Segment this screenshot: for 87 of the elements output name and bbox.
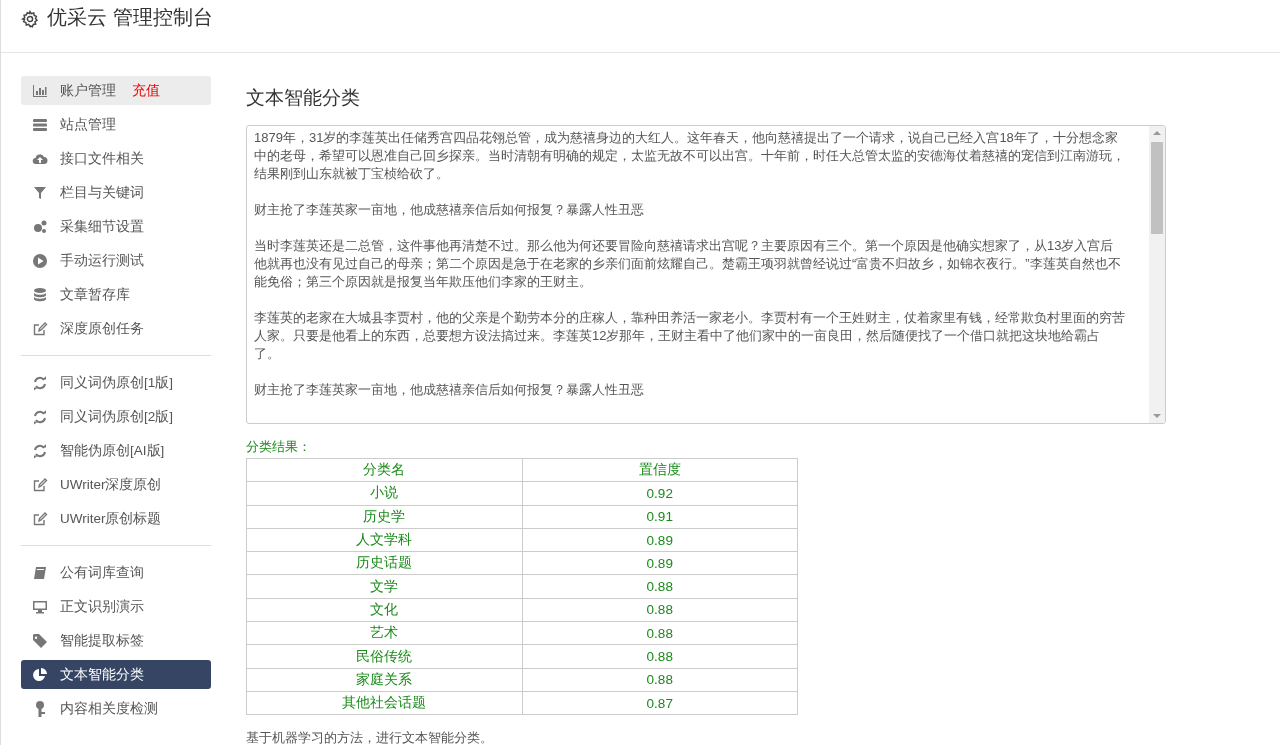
paragraph: 财主抢了李莲英家一亩地，他成慈禧亲信后如何报复？暴露人性丑恶	[254, 381, 645, 399]
sidebar-item-label: 内容相关度检测	[60, 699, 158, 718]
sidebar-item[interactable]: 站点管理	[21, 110, 211, 139]
table-cell: 人文学科	[246, 528, 522, 552]
sidebar-item-label: 栏目与关键词	[60, 183, 144, 202]
table-cell: 文学	[246, 575, 522, 599]
sidebar-item-label: 账户管理	[60, 81, 116, 100]
paragraph: 当时李莲英还是二总管，这件事他再清楚不过。那么他为何还要冒险向慈禧请求出宫呢？主要原因有三个。第一个原因是他确实想家了，从13岁入宫后他就再也没有见过自己的母亲；第二个原因是急于在老家的乡亲们面前炫耀自己。楚霸王项羽就曾经说过“富贵不归故乡，如锦衣夜行。”李莲英自然也不能免俗；第三个原因就是报复当年欺压他们李家的王财主。	[254, 237, 1122, 291]
sidebar-item-label: 采集细节设置	[60, 217, 144, 236]
sidebar-item-label: 同义词伪原创[2版]	[60, 407, 173, 426]
column-header: 分类名	[246, 458, 522, 482]
table-cell: 艺术	[246, 621, 522, 645]
text-area[interactable]	[246, 125, 1166, 424]
refresh-icon	[32, 408, 48, 425]
play-icon	[32, 252, 48, 269]
sidebar-item[interactable]: 深度原创任务	[21, 314, 211, 343]
table-cell: 0.88	[522, 621, 798, 645]
table-cell: 其他社会话题	[246, 691, 522, 715]
table-cell: 0.87	[522, 691, 798, 715]
pie-chart-icon	[32, 666, 48, 683]
table-cell: 0.89	[522, 551, 798, 575]
table-cell: 0.89	[522, 528, 798, 552]
bar-chart-icon	[32, 82, 48, 99]
sidebar-item[interactable]: 同义词伪原创[2版]	[21, 402, 211, 431]
table-cell: 0.88	[522, 598, 798, 622]
table-cell: 文化	[246, 598, 522, 622]
sidebar-item[interactable]: 同义词伪原创[1版]	[21, 368, 211, 397]
server-icon	[32, 116, 48, 133]
sidebar-item-label: 站点管理	[60, 115, 116, 134]
sidebar-item-label: 正文识别演示	[60, 597, 144, 616]
column-header: 置信度	[522, 458, 798, 482]
sidebar-item[interactable]: 正文识别演示	[21, 592, 211, 621]
table-cell: 家庭关系	[246, 668, 522, 692]
sidebar-item[interactable]: 接口文件相关	[21, 144, 211, 173]
sidebar-item-label: 文章暂存库	[60, 285, 130, 304]
settings-icon	[21, 10, 39, 28]
sidebar-item-label: 文本智能分类	[60, 665, 144, 684]
sidebar-item[interactable]: UWriter深度原创	[21, 470, 211, 499]
table-cell: 0.92	[522, 481, 798, 506]
sidebar-item-label: 公有词库查询	[60, 563, 144, 582]
edit-icon	[32, 510, 48, 527]
sidebar-item[interactable]: 内容相关度检测	[21, 694, 211, 723]
recharge-link[interactable]: 充值	[132, 81, 160, 100]
console-title: 优采云 管理控制台	[47, 5, 213, 30]
sidebar-item-label: 深度原创任务	[60, 319, 144, 338]
table-cell: 历史话题	[246, 551, 522, 575]
edit-icon	[32, 476, 48, 493]
sidebar-item[interactable]: 采集细节设置	[21, 212, 211, 241]
monitor-icon	[32, 598, 48, 615]
tag-icon	[32, 632, 48, 649]
sidebar-item-label: 智能伪原创[AI版]	[60, 441, 165, 460]
table-cell: 0.88	[522, 668, 798, 692]
sidebar-item[interactable]: UWriter原创标题	[21, 504, 211, 533]
sidebar-item[interactable]: 文本智能分类	[21, 660, 211, 689]
sidebar-item-label: UWriter深度原创	[60, 475, 162, 494]
database-icon	[32, 286, 48, 303]
sidebar-item[interactable]: 文章暂存库	[21, 280, 211, 309]
page-heading: 文本智能分类	[246, 86, 361, 110]
sidebar-item[interactable]: 账户管理 充值	[21, 76, 211, 105]
sidebar-item-label: 同义词伪原创[1版]	[60, 373, 173, 392]
paragraph: 李莲英的老家在大城县李贾村，他的父亲是个勤劳本分的庄稼人，靠种田养活一家老小。李贾村有一个王姓财主，仗着家里有钱，经常欺负村里面的穷苦人家。只要是他看上的东西，总要想方设法搞过来。李莲英12岁那年，王财主看中了他们家中的一亩良田，然后随便找了一个借口就把这块地给霸占了。	[254, 309, 1125, 363]
sidebar-item[interactable]: 手动运行测试	[21, 246, 211, 275]
result-label: 分类结果：	[246, 438, 312, 456]
paragraph: 1879年，31岁的李莲英出任储秀宫四品花翎总管，成为慈禧身边的大红人。这年春天，他向慈禧提出了一个请求，说自己已经入宫18年了，十分想念家中的老母，希望可以恩准自己回乡探亲。当时清朝有明确的规定，太监无故不可以出宫。十年前，时任大总管太监的安德海仗着慈禧的宠信到江南游玩，结果刚到山东就被丁宝桢给砍了。	[254, 129, 1125, 183]
table-cell: 0.88	[522, 575, 798, 599]
scrollbar[interactable]	[1149, 126, 1165, 423]
table-cell: 民俗传统	[246, 644, 522, 669]
table-cell: 小说	[246, 481, 522, 506]
sidebar-item[interactable]: 栏目与关键词	[21, 178, 211, 207]
book-icon	[32, 564, 48, 581]
sidebar-item-label: 手动运行测试	[60, 251, 144, 270]
sidebar-item[interactable]: 公有词库查询	[21, 558, 211, 587]
refresh-icon	[32, 442, 48, 459]
sidebar-item-label: 接口文件相关	[60, 149, 144, 168]
scrollbar-thumb[interactable]	[1151, 142, 1163, 234]
paragraph: 财主抢了李莲英家一亩地，他成慈禧亲信后如何报复？暴露人性丑恶	[254, 201, 645, 219]
table-cell: 0.91	[522, 505, 798, 529]
refresh-icon	[32, 374, 48, 391]
footnote: 基于机器学习的方法，进行文本智能分类。	[246, 729, 494, 745]
table-cell: 0.88	[522, 644, 798, 669]
sidebar-item-label: 智能提取标签	[60, 631, 144, 650]
filter-icon	[32, 184, 48, 201]
sidebar-item-label: UWriter原创标题	[60, 509, 162, 528]
edit-icon	[32, 320, 48, 337]
sidebar-item[interactable]: 智能伪原创[AI版]	[21, 436, 211, 465]
table-cell: 历史学	[246, 505, 522, 529]
sidebar-item[interactable]: 智能提取标签	[21, 626, 211, 655]
